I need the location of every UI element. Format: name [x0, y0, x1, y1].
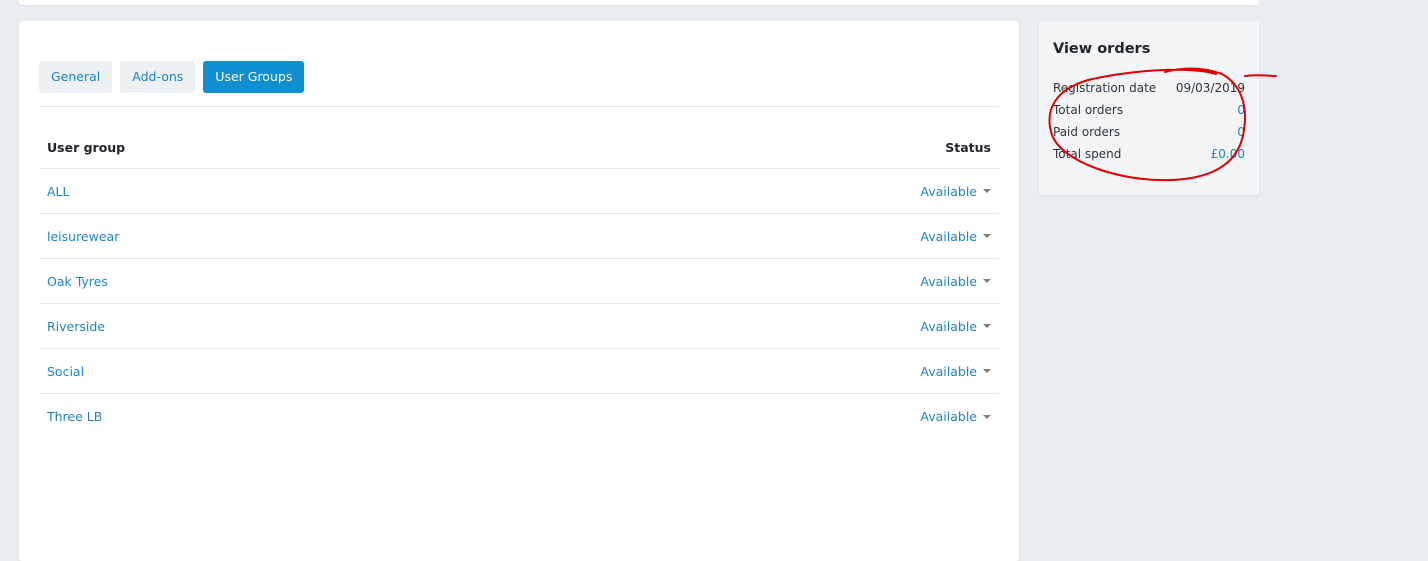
user-group-link[interactable]: ALL	[47, 184, 69, 199]
view-orders-panel: View orders Registration date 09/03/2019…	[1039, 21, 1259, 195]
user-group-link[interactable]: leisurewear	[47, 229, 119, 244]
caret-down-icon	[983, 369, 991, 373]
total-spend-row: Total spend £0.00	[1053, 143, 1245, 165]
tab-general[interactable]: General	[39, 61, 113, 93]
status-label: Available	[920, 318, 977, 334]
top-card-edge	[19, 0, 1259, 5]
table-row: Oak Tyres Available	[39, 259, 999, 304]
column-header-user-group: User group	[47, 140, 126, 155]
total-spend-link[interactable]: £0.00	[1211, 147, 1245, 161]
user-group-link[interactable]: Riverside	[47, 319, 105, 334]
caret-down-icon	[983, 279, 991, 283]
registration-date-label: Registration date	[1053, 81, 1157, 95]
table-header: User group Status	[39, 127, 999, 169]
status-label: Available	[920, 363, 977, 379]
registration-date-row: Registration date 09/03/2019	[1053, 77, 1245, 99]
status-dropdown[interactable]: Available	[920, 319, 991, 334]
table-row: leisurewear Available	[39, 214, 999, 259]
tab-user-groups[interactable]: User Groups	[203, 61, 305, 93]
table-row: Three LB Available	[39, 394, 999, 439]
table-row: Social Available	[39, 349, 999, 394]
total-orders-row: Total orders 0	[1053, 99, 1245, 121]
status-dropdown[interactable]: Available	[920, 229, 991, 244]
caret-down-icon	[983, 189, 991, 193]
orders-summary: Registration date 09/03/2019 Total order…	[1053, 77, 1245, 165]
status-label: Available	[920, 228, 977, 244]
registration-date-value: 09/03/2019	[1175, 81, 1245, 95]
user-group-link[interactable]: Oak Tyres	[47, 274, 108, 289]
caret-down-icon	[983, 414, 991, 419]
table-row: ALL Available	[39, 169, 999, 214]
status-dropdown[interactable]: Available	[920, 364, 991, 379]
caret-down-icon	[983, 234, 991, 238]
column-header-status: Status	[945, 140, 991, 155]
status-dropdown[interactable]: Available	[920, 184, 991, 199]
status-label: Available	[920, 273, 977, 289]
total-orders-link[interactable]: 0	[1237, 103, 1245, 117]
total-orders-label: Total orders	[1053, 103, 1124, 117]
status-label: Available	[920, 183, 977, 199]
tab-bar: General Add-ons User Groups	[39, 61, 305, 93]
status-dropdown[interactable]: Available	[920, 274, 991, 289]
caret-down-icon	[983, 324, 991, 328]
paid-orders-link[interactable]: 0	[1237, 125, 1245, 139]
status-label: Available	[920, 409, 977, 424]
paid-orders-row: Paid orders 0	[1053, 121, 1245, 143]
tabs-divider	[39, 106, 999, 107]
status-dropdown[interactable]: Available	[920, 409, 991, 424]
paid-orders-label: Paid orders	[1053, 125, 1121, 139]
view-orders-title: View orders	[1053, 41, 1151, 57]
table-row: Riverside Available	[39, 304, 999, 349]
total-spend-label: Total spend	[1053, 147, 1122, 161]
user-group-link[interactable]: Social	[47, 364, 84, 379]
tab-add-ons[interactable]: Add-ons	[120, 61, 196, 93]
user-groups-panel: General Add-ons User Groups User group S…	[19, 21, 1019, 561]
user-groups-table: User group Status ALL Available leisurew…	[39, 127, 999, 439]
user-group-link[interactable]: Three LB	[47, 409, 102, 424]
